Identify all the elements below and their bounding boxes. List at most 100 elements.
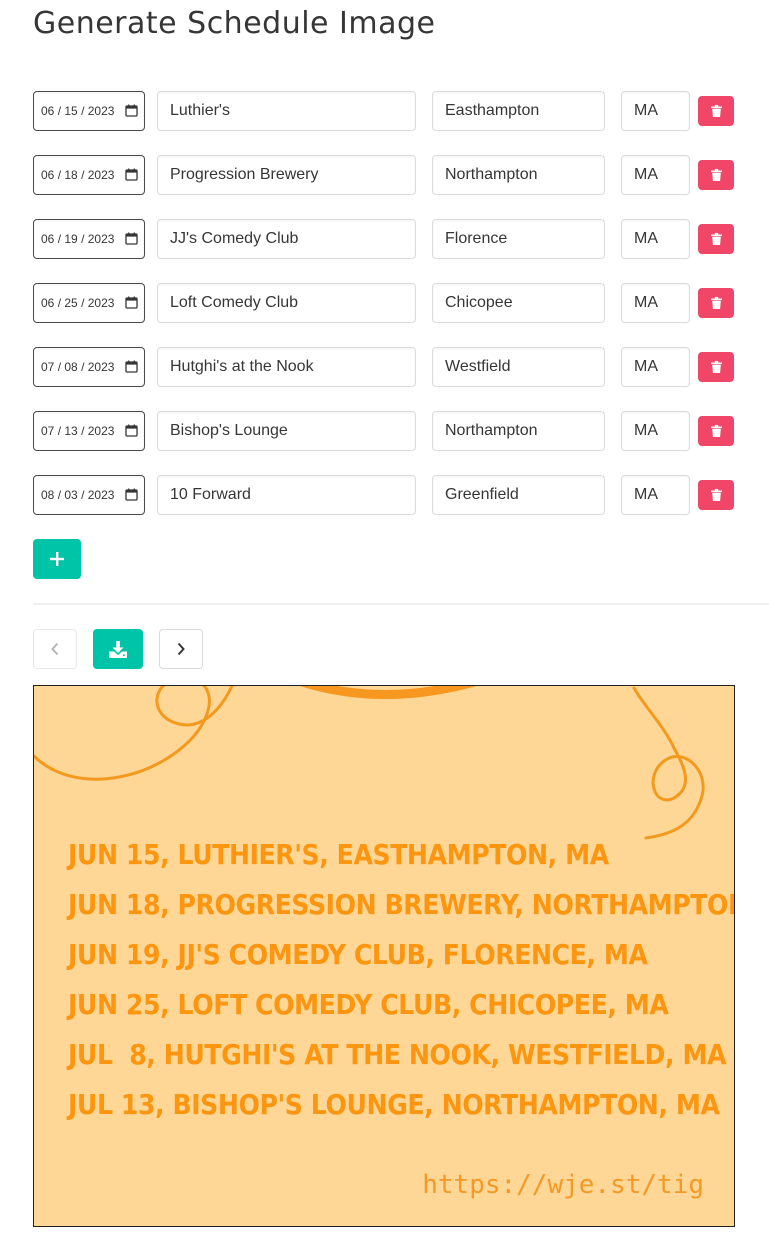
state-value: MA bbox=[634, 358, 658, 375]
page-title: Generate Schedule Image bbox=[33, 6, 436, 41]
date-month: 06 bbox=[41, 168, 55, 182]
state-value: MA bbox=[634, 294, 658, 311]
date-day: 15 bbox=[64, 104, 78, 118]
preview-url: https://wje.st/tig bbox=[422, 1170, 704, 1200]
calendar-icon[interactable] bbox=[125, 424, 138, 437]
date-input[interactable]: 08 / 03 / 2023 bbox=[33, 475, 145, 515]
state-input[interactable]: MA bbox=[621, 283, 690, 323]
delete-row-button[interactable] bbox=[698, 96, 734, 126]
trash-icon bbox=[710, 361, 722, 373]
date-input[interactable]: 06 / 19 / 2023 bbox=[33, 219, 145, 259]
date-separator: / bbox=[77, 104, 88, 118]
city-value: Easthampton bbox=[445, 102, 540, 119]
date-year: 2023 bbox=[87, 360, 115, 374]
venue-input[interactable]: 10 Forward bbox=[157, 475, 416, 515]
city-value: Greenfield bbox=[445, 486, 519, 503]
calendar-icon[interactable] bbox=[125, 296, 138, 309]
schedule-line: JUL 8, HUTGHI'S AT THE NOOK, WESTFIELD, … bbox=[68, 1038, 727, 1071]
download-icon bbox=[109, 640, 127, 658]
state-input[interactable]: MA bbox=[621, 219, 690, 259]
date-input[interactable]: 07 / 13 / 2023 bbox=[33, 411, 145, 451]
calendar-icon[interactable] bbox=[125, 232, 138, 245]
date-month: 06 bbox=[41, 104, 55, 118]
date-separator: / bbox=[54, 168, 65, 182]
venue-input[interactable]: JJ's Comedy Club bbox=[157, 219, 416, 259]
add-row-button[interactable] bbox=[33, 539, 81, 579]
calendar-icon[interactable] bbox=[125, 488, 138, 501]
venue-value: JJ's Comedy Club bbox=[170, 230, 299, 247]
schedule-line: JUN 18, PROGRESSION BREWERY, NORTHAMPTON… bbox=[68, 888, 734, 921]
date-year: 2023 bbox=[87, 488, 115, 502]
city-input[interactable]: Easthampton bbox=[432, 91, 605, 131]
date-separator: / bbox=[77, 168, 88, 182]
date-input[interactable]: 06 / 25 / 2023 bbox=[33, 283, 145, 323]
calendar-icon[interactable] bbox=[125, 360, 138, 373]
venue-value: Loft Comedy Club bbox=[170, 294, 299, 311]
city-input[interactable]: Greenfield bbox=[432, 475, 605, 515]
venue-input[interactable]: Bishop's Lounge bbox=[157, 411, 416, 451]
date-day: 03 bbox=[64, 488, 78, 502]
schedule-row: 06 / 19 / 2023 JJ's Comedy Club Florence MA bbox=[33, 219, 769, 259]
date-separator: / bbox=[54, 360, 65, 374]
previous-button[interactable] bbox=[33, 629, 77, 669]
delete-row-button[interactable] bbox=[698, 160, 734, 190]
calendar-icon[interactable] bbox=[125, 168, 138, 181]
date-input[interactable]: 07 / 08 / 2023 bbox=[33, 347, 145, 387]
date-month: 08 bbox=[41, 488, 55, 502]
city-value: Westfield bbox=[445, 358, 511, 375]
schedule-image-preview: JUN 15, LUTHIER'S, EASTHAMPTON, MA JUN 18… bbox=[33, 685, 735, 1227]
state-input[interactable]: MA bbox=[621, 347, 690, 387]
date-input[interactable]: 06 / 18 / 2023 bbox=[33, 155, 145, 195]
city-input[interactable]: Northampton bbox=[432, 411, 605, 451]
venue-value: Luthier's bbox=[170, 102, 230, 119]
date-separator: / bbox=[54, 104, 65, 118]
schedule-row: 08 / 03 / 2023 10 Forward Greenfield MA bbox=[33, 475, 769, 515]
date-day: 08 bbox=[64, 360, 78, 374]
venue-value: 10 Forward bbox=[170, 486, 251, 503]
date-input[interactable]: 06 / 15 / 2023 bbox=[33, 91, 145, 131]
download-button[interactable] bbox=[93, 629, 143, 669]
state-value: MA bbox=[634, 102, 658, 119]
city-input[interactable]: Westfield bbox=[432, 347, 605, 387]
date-separator: / bbox=[54, 232, 65, 246]
date-year: 2023 bbox=[87, 104, 115, 118]
date-month: 07 bbox=[41, 424, 55, 438]
delete-row-button[interactable] bbox=[698, 416, 734, 446]
date-separator: / bbox=[77, 232, 88, 246]
date-day: 13 bbox=[64, 424, 78, 438]
city-value: Northampton bbox=[445, 422, 538, 439]
venue-value: Bishop's Lounge bbox=[170, 422, 288, 439]
schedule-line: JUN 25, LOFT COMEDY CLUB, CHICOPEE, MA bbox=[68, 988, 669, 1021]
state-value: MA bbox=[634, 486, 658, 503]
date-separator: / bbox=[54, 424, 65, 438]
schedule-line: JUN 15, LUTHIER'S, EASTHAMPTON, MA bbox=[68, 838, 609, 871]
trash-icon bbox=[710, 233, 722, 245]
date-year: 2023 bbox=[87, 296, 115, 310]
state-input[interactable]: MA bbox=[621, 411, 690, 451]
delete-row-button[interactable] bbox=[698, 352, 734, 382]
delete-row-button[interactable] bbox=[698, 480, 734, 510]
delete-row-button[interactable] bbox=[698, 288, 734, 318]
schedule-line: JUN 19, JJ'S COMEDY CLUB, FLORENCE, MA bbox=[68, 938, 648, 971]
state-input[interactable]: MA bbox=[621, 155, 690, 195]
date-day: 19 bbox=[64, 232, 78, 246]
venue-input[interactable]: Progression Brewery bbox=[157, 155, 416, 195]
next-button[interactable] bbox=[159, 629, 203, 669]
venue-input[interactable]: Luthier's bbox=[157, 91, 416, 131]
venue-input[interactable]: Hutghi's at the Nook bbox=[157, 347, 416, 387]
delete-row-button[interactable] bbox=[698, 224, 734, 254]
date-month: 07 bbox=[41, 360, 55, 374]
calendar-icon[interactable] bbox=[125, 104, 138, 117]
state-input[interactable]: MA bbox=[621, 475, 690, 515]
chevron-left-icon bbox=[51, 642, 59, 656]
venue-input[interactable]: Loft Comedy Club bbox=[157, 283, 416, 323]
venue-value: Hutghi's at the Nook bbox=[170, 358, 314, 375]
trash-icon bbox=[710, 169, 722, 181]
date-separator: / bbox=[54, 296, 65, 310]
date-day: 18 bbox=[64, 168, 78, 182]
city-input[interactable]: Florence bbox=[432, 219, 605, 259]
city-input[interactable]: Northampton bbox=[432, 155, 605, 195]
state-value: MA bbox=[634, 166, 658, 183]
state-input[interactable]: MA bbox=[621, 91, 690, 131]
city-input[interactable]: Chicopee bbox=[432, 283, 605, 323]
